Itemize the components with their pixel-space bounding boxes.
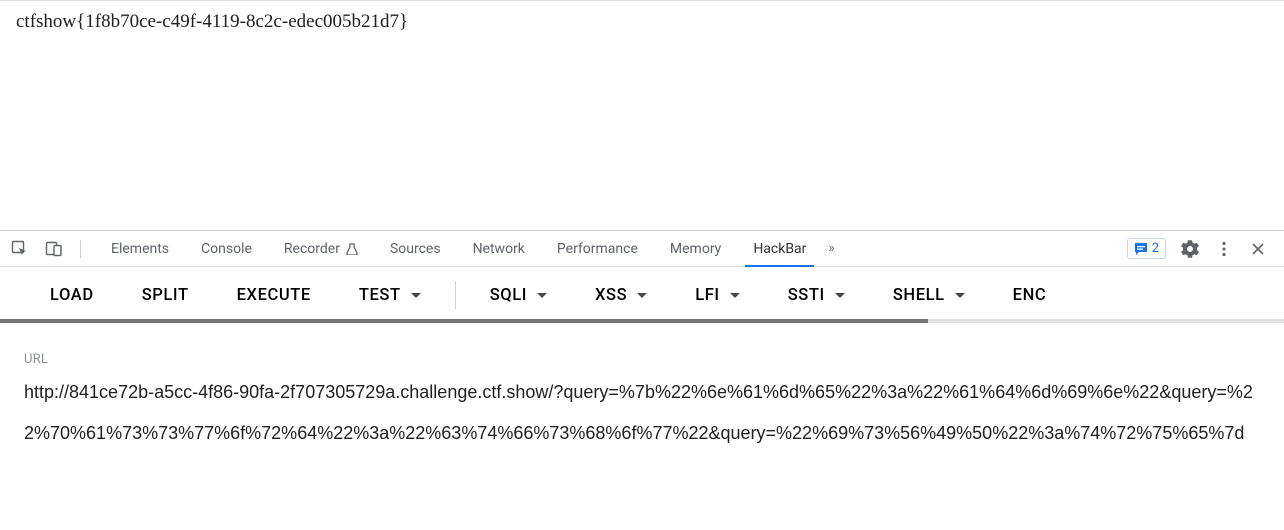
button-label: SSTI bbox=[788, 286, 825, 305]
hackbar-lfi-button[interactable]: LFI bbox=[671, 267, 763, 323]
tab-label: Sources bbox=[390, 241, 441, 257]
close-icon[interactable] bbox=[1248, 239, 1268, 259]
chevron-down-icon bbox=[835, 293, 845, 298]
button-label: SHELL bbox=[893, 286, 945, 305]
button-label: LOAD bbox=[50, 286, 94, 305]
tab-label: Recorder bbox=[284, 241, 340, 257]
button-label: TEST bbox=[359, 286, 401, 305]
devtools-left-icons bbox=[10, 239, 78, 259]
button-label: SQLI bbox=[490, 286, 527, 305]
divider bbox=[455, 281, 456, 309]
tab-label: Elements bbox=[111, 241, 169, 257]
device-toolbar-icon[interactable] bbox=[44, 239, 64, 259]
button-label: LFI bbox=[695, 286, 719, 305]
chevron-down-icon bbox=[955, 293, 965, 298]
hackbar-enc-button[interactable]: ENC bbox=[989, 267, 1071, 323]
tab-label: Console bbox=[201, 241, 252, 257]
hackbar-execute-button[interactable]: EXECUTE bbox=[213, 267, 335, 323]
chevron-down-icon bbox=[637, 293, 647, 298]
url-input[interactable]: http://841ce72b-a5cc-4f86-90fa-2f7073057… bbox=[24, 372, 1260, 453]
tab-performance[interactable]: Performance bbox=[541, 231, 654, 267]
devtools-panel: Elements Console Recorder Sources Networ… bbox=[0, 230, 1284, 453]
devtools-tabbar: Elements Console Recorder Sources Networ… bbox=[0, 231, 1284, 267]
chevron-down-icon bbox=[411, 293, 421, 298]
issues-count: 2 bbox=[1152, 241, 1159, 256]
page-content: ctfshow{1f8b70ce-c49f-4119-8c2c-edec005b… bbox=[0, 0, 1284, 230]
hackbar-body: URL http://841ce72b-a5cc-4f86-90fa-2f707… bbox=[0, 323, 1284, 453]
url-label: URL bbox=[24, 345, 1260, 374]
hackbar-sqli-button[interactable]: SQLI bbox=[466, 267, 571, 323]
tab-network[interactable]: Network bbox=[457, 231, 541, 267]
button-label: ENC bbox=[1013, 286, 1047, 305]
more-tabs-glyph: » bbox=[828, 241, 834, 256]
settings-icon[interactable] bbox=[1180, 239, 1200, 259]
hackbar-toolbar: LOAD SPLIT EXECUTE TEST SQLI XSS LFI SST… bbox=[0, 267, 1284, 323]
chevron-down-icon bbox=[537, 293, 547, 298]
button-label: SPLIT bbox=[142, 286, 189, 305]
hackbar-scroll-indicator[interactable] bbox=[0, 319, 928, 323]
divider bbox=[80, 240, 81, 258]
tab-label: Performance bbox=[557, 241, 638, 257]
tab-label: Memory bbox=[670, 241, 721, 257]
tab-hackbar[interactable]: HackBar bbox=[737, 231, 822, 267]
button-label: XSS bbox=[595, 286, 627, 305]
tab-memory[interactable]: Memory bbox=[654, 231, 737, 267]
hackbar-ssti-button[interactable]: SSTI bbox=[764, 267, 869, 323]
tab-sources[interactable]: Sources bbox=[374, 231, 457, 267]
hackbar-shell-button[interactable]: SHELL bbox=[869, 267, 989, 323]
hackbar-test-button[interactable]: TEST bbox=[335, 267, 445, 323]
kebab-menu-icon[interactable] bbox=[1214, 239, 1234, 259]
issues-badge[interactable]: 2 bbox=[1127, 238, 1166, 259]
devtools-right-icons: 2 bbox=[1127, 238, 1274, 259]
hackbar-split-button[interactable]: SPLIT bbox=[118, 267, 213, 323]
hackbar-load-button[interactable]: LOAD bbox=[0, 267, 118, 323]
more-tabs-icon[interactable]: » bbox=[822, 241, 840, 256]
hackbar-xss-button[interactable]: XSS bbox=[571, 267, 671, 323]
tab-elements[interactable]: Elements bbox=[95, 231, 185, 267]
flag-text: ctfshow{1f8b70ce-c49f-4119-8c2c-edec005b… bbox=[16, 11, 408, 32]
message-icon bbox=[1134, 242, 1148, 256]
tab-label: HackBar bbox=[753, 241, 806, 257]
button-label: EXECUTE bbox=[237, 286, 311, 305]
tab-recorder[interactable]: Recorder bbox=[268, 231, 374, 267]
recorder-beta-icon bbox=[346, 243, 358, 255]
chevron-down-icon bbox=[730, 293, 740, 298]
tab-console[interactable]: Console bbox=[185, 231, 268, 267]
inspect-element-icon[interactable] bbox=[10, 239, 30, 259]
tab-label: Network bbox=[473, 241, 525, 257]
